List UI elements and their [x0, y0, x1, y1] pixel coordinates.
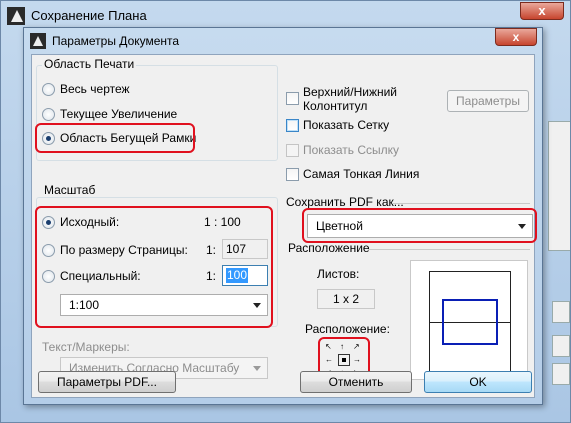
highlight-pdf-mode	[302, 208, 537, 243]
outer-side-panel	[548, 121, 570, 251]
sheets-label: Листов:	[317, 267, 360, 281]
show-grid-checkbox[interactable]	[286, 119, 299, 132]
highlight-marquee-area	[35, 123, 195, 153]
header-footer-line-2: Колонтитул	[303, 99, 368, 113]
dialog-client-area: Область Печати Весь чертеж Текущее Увели…	[31, 54, 537, 398]
page-preview	[410, 260, 528, 380]
highlight-scale	[35, 206, 273, 328]
header-footer-params-button[interactable]: Параметры	[447, 90, 529, 112]
outer-close-button[interactable]: x	[520, 2, 564, 20]
dialog-title: Параметры Документа	[52, 34, 180, 48]
text-markers-label: Текст/Маркеры:	[42, 340, 130, 354]
dialog-logo-icon	[30, 33, 46, 49]
outer-side-button[interactable]	[552, 301, 570, 323]
header-footer-line-1: Верхний/Нижний	[303, 85, 398, 99]
separator	[368, 249, 530, 250]
header-footer-label: Верхний/Нижний Колонтитул	[303, 85, 397, 113]
preview-print-area	[442, 299, 498, 345]
outer-side-button[interactable]	[552, 363, 570, 385]
preview-sheets	[429, 271, 511, 373]
show-grid-label: Показать Сетку	[303, 118, 390, 132]
radio-whole-drawing-label: Весь чертеж	[60, 82, 130, 96]
layout-label: Расположение	[288, 241, 370, 255]
print-area-label: Область Печати	[42, 57, 137, 71]
radio-current-zoom-label: Текущее Увеличение	[60, 107, 178, 121]
thinnest-line-label: Самая Тонкая Линия	[303, 167, 420, 181]
scale-label: Масштаб	[42, 183, 98, 197]
chevron-down-icon	[253, 366, 261, 371]
outer-window-title: Сохранение Плана	[31, 8, 147, 23]
radio-whole-drawing[interactable]	[42, 83, 55, 96]
placement-label: Расположение:	[305, 322, 390, 336]
show-reference-label: Показать Ссылку	[303, 143, 400, 157]
outer-side-button[interactable]	[552, 335, 570, 357]
app-logo-icon	[7, 7, 25, 25]
dialog-close-button[interactable]: x	[495, 28, 537, 46]
radio-current-zoom[interactable]	[42, 108, 55, 121]
cancel-button[interactable]: Отменить	[300, 371, 412, 393]
save-pdf-as-label: Сохранить PDF как...	[286, 195, 404, 209]
pdf-params-button[interactable]: Параметры PDF...	[38, 371, 176, 393]
show-reference-checkbox[interactable]	[286, 144, 299, 157]
header-footer-checkbox[interactable]	[286, 92, 299, 105]
separator	[392, 203, 530, 204]
ok-button[interactable]: OK	[424, 371, 532, 393]
document-settings-dialog: Параметры Документа x Область Печати Вес…	[23, 27, 543, 405]
sheets-value: 1 x 2	[317, 289, 375, 309]
thinnest-line-checkbox[interactable]	[286, 168, 299, 181]
